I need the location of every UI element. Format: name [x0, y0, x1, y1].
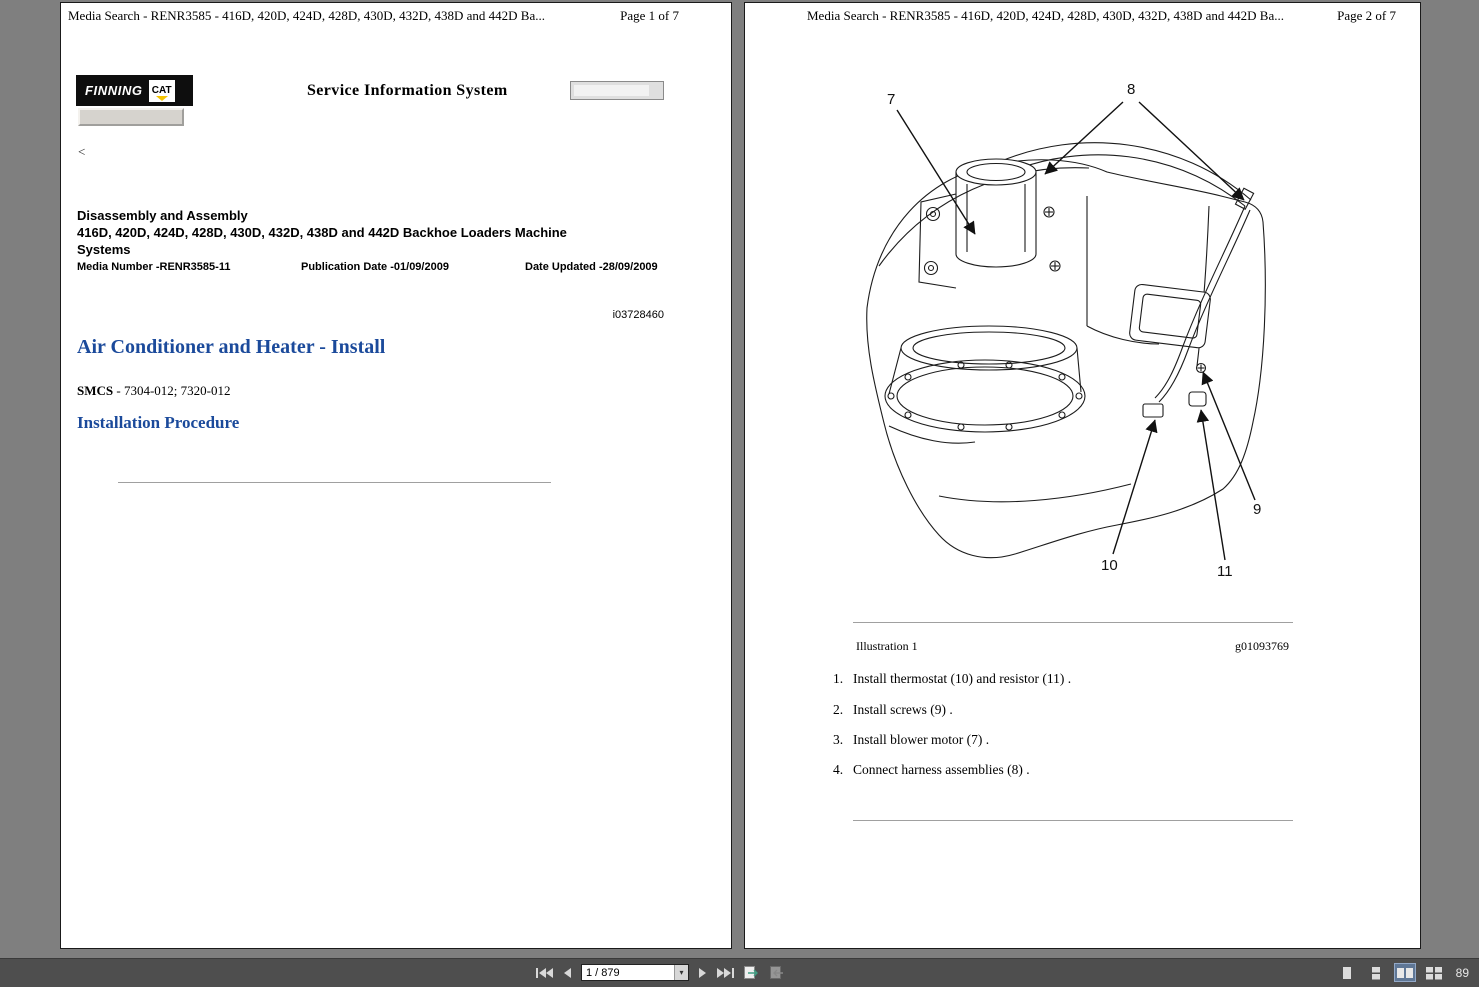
previous-page-button[interactable]: [562, 967, 572, 979]
first-page-button[interactable]: [536, 967, 553, 979]
back-link[interactable]: <: [78, 144, 85, 160]
continuous-view-button[interactable]: [1366, 964, 1386, 981]
svg-text:11: 11: [1217, 563, 1233, 580]
logo-toolbar-button[interactable]: [78, 108, 184, 126]
page-number-combo[interactable]: ▾: [581, 964, 689, 981]
smcs-line: SMCS - 7304-012; 7320-012: [77, 383, 230, 399]
previous-view-button[interactable]: [743, 965, 760, 980]
date-updated: Date Updated -28/09/2009: [525, 261, 658, 273]
svg-text:10: 10: [1101, 557, 1118, 574]
doc-title: Disassembly and Assembly: [77, 208, 248, 223]
last-page-button[interactable]: [717, 967, 734, 979]
page-1-header-page-count: Page 1 of 7: [620, 8, 679, 24]
resistor-cover: [1129, 284, 1211, 349]
page-number-input[interactable]: [582, 967, 674, 979]
combo-dropdown-arrow-icon[interactable]: ▾: [674, 965, 688, 980]
document-page-1: Media Search - RENR3585 - 416D, 420D, 42…: [60, 2, 732, 949]
single-page-view-button[interactable]: [1337, 964, 1357, 981]
step-number: 4.: [833, 762, 853, 778]
publication-date: Publication Date -01/09/2009: [301, 261, 449, 273]
sis-title: Service Information System: [307, 82, 508, 100]
finning-cat-logo: FINNING CAT: [76, 75, 193, 106]
smcs-label: SMCS: [77, 383, 113, 398]
cat-logo: CAT: [149, 80, 175, 102]
illustration-number: g01093769: [1235, 639, 1289, 654]
two-page-continuous-view-button[interactable]: [1424, 964, 1444, 981]
step-text: Connect harness assemblies (8) .: [853, 762, 1030, 778]
step-text: Install screws (9) .: [853, 702, 953, 718]
callout-11: 11: [1201, 410, 1233, 580]
page-navigation-group: ▾: [536, 964, 786, 981]
horizontal-rule: [118, 482, 551, 483]
document-id: i03728460: [613, 309, 664, 321]
finning-logo-text: FINNING: [85, 83, 143, 98]
callout-8: 8: [1045, 81, 1244, 200]
smcs-codes: - 7304-012; 7320-012: [113, 383, 230, 398]
page-layout-group: 89: [1337, 964, 1469, 981]
horizontal-rule: [853, 820, 1293, 821]
next-view-button[interactable]: [769, 965, 786, 980]
step-number: 3.: [833, 732, 853, 748]
step-item-1: 1. Install thermostat (10) and resistor …: [833, 671, 1071, 687]
page-2-header-page-count: Page 2 of 7: [1337, 8, 1396, 24]
cat-logo-text: CAT: [152, 85, 172, 96]
svg-text:9: 9: [1253, 501, 1261, 518]
page-2-header-title: Media Search - RENR3585 - 416D, 420D, 42…: [807, 8, 1284, 24]
step-item-3: 3. Install blower motor (7) .: [833, 732, 989, 748]
page-2-header: Media Search - RENR3585 - 416D, 420D, 42…: [745, 8, 1420, 24]
step-item-2: 2. Install screws (9) .: [833, 702, 953, 718]
horizontal-rule: [853, 622, 1293, 623]
doc-subtitle-line2: Systems: [77, 242, 130, 257]
step-text: Install thermostat (10) and resistor (11…: [853, 671, 1071, 687]
zoom-status: 89: [1456, 966, 1469, 980]
page-1-header: Media Search - RENR3585 - 416D, 420D, 42…: [61, 8, 731, 24]
procedure-title: Installation Procedure: [77, 413, 239, 433]
viewer-toolbar: ▾ 89: [0, 958, 1479, 987]
doc-subtitle-line1: 416D, 420D, 424D, 428D, 430D, 432D, 438D…: [77, 225, 567, 240]
two-page-view-button[interactable]: [1395, 964, 1415, 981]
illustration-label: Illustration 1: [856, 639, 918, 654]
next-page-button[interactable]: [698, 967, 708, 979]
svg-text:8: 8: [1127, 81, 1135, 98]
resistor-part: [1189, 392, 1206, 406]
step-number: 2.: [833, 702, 853, 718]
step-text: Install blower motor (7) .: [853, 732, 989, 748]
blower-motor-part: [956, 159, 1036, 267]
document-page-2: Media Search - RENR3585 - 416D, 420D, 42…: [744, 2, 1421, 949]
page-1-header-title: Media Search - RENR3585 - 416D, 420D, 42…: [68, 8, 545, 24]
section-title: Air Conditioner and Heater - Install: [77, 336, 385, 359]
svg-text:7: 7: [887, 91, 895, 108]
media-number: Media Number -RENR3585-11: [77, 261, 230, 273]
callout-10: 10: [1101, 420, 1155, 574]
fan-housing-ring: [885, 360, 1085, 432]
header-search-field[interactable]: [570, 81, 664, 100]
blower-motor-diagram: 7 8 9 10 11: [849, 76, 1309, 616]
step-item-4: 4. Connect harness assemblies (8) .: [833, 762, 1030, 778]
thermostat-part: [1143, 404, 1163, 417]
step-number: 1.: [833, 671, 853, 687]
cat-triangle-icon: [156, 96, 168, 101]
